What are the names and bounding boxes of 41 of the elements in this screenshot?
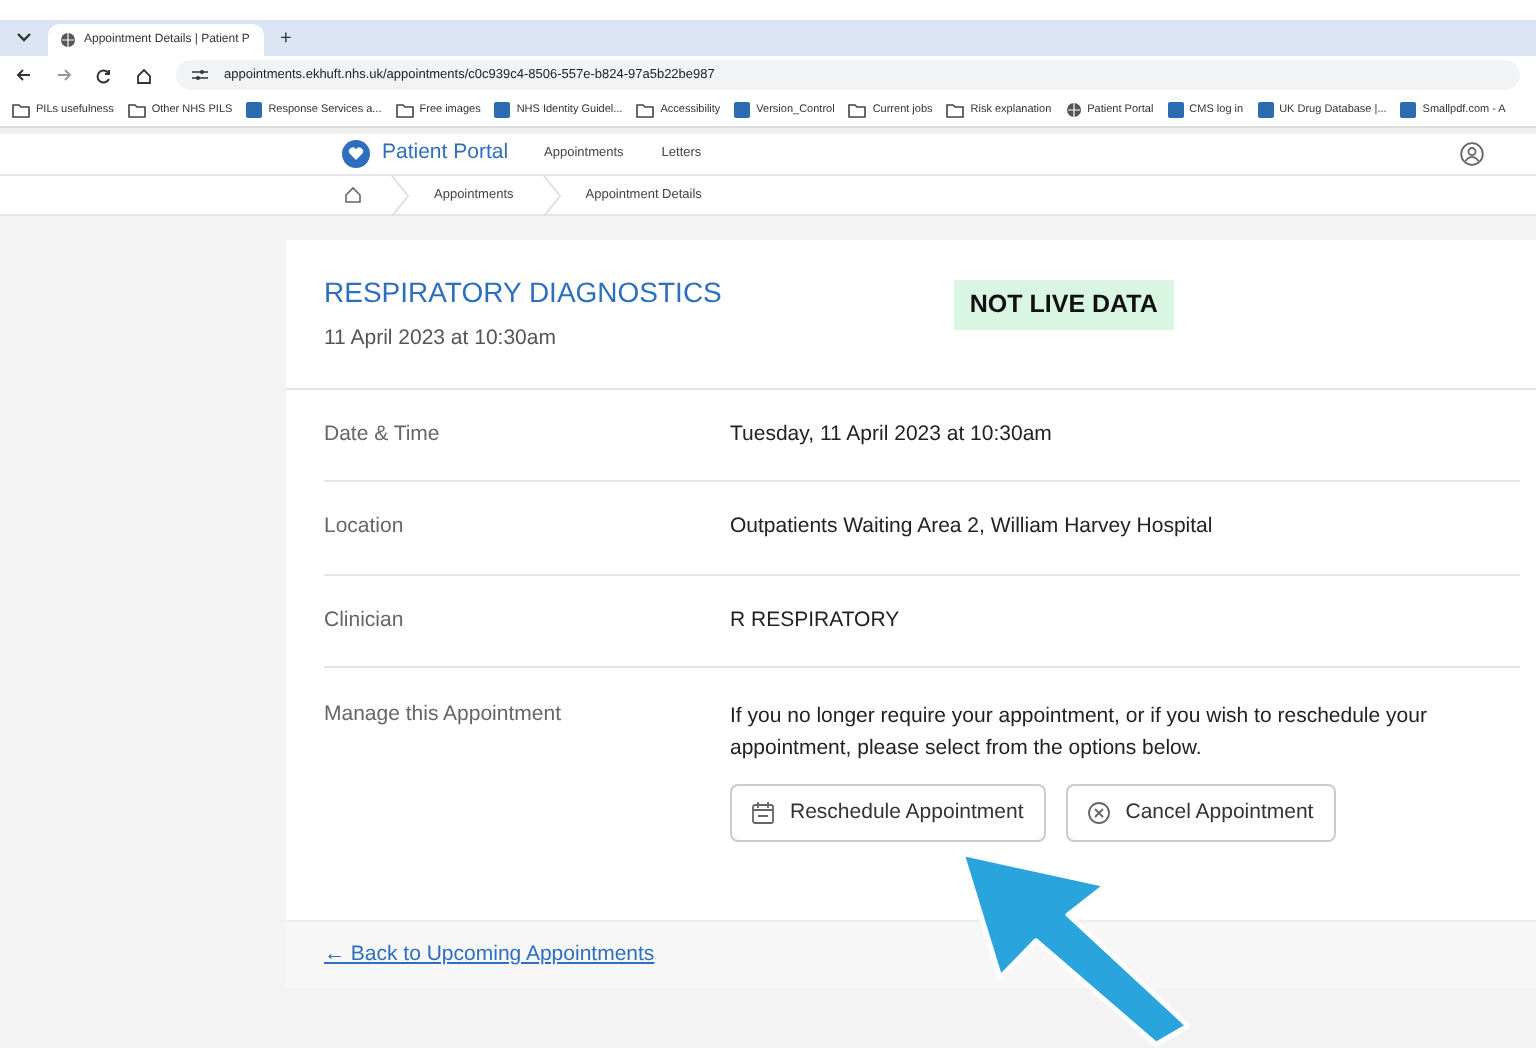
cancel-appointment-button[interactable]: Cancel Appointment (1065, 784, 1336, 843)
detail-label: Manage this Appointment (324, 700, 563, 731)
folder-icon (395, 103, 414, 117)
site-icon (246, 102, 263, 118)
detail-value: R RESPIRATORY (730, 605, 900, 636)
calendar-icon (752, 802, 774, 825)
manage-instructions: If you no longer require your appointment, or if you wish to reschedule your appointment, please select from the options below. (730, 702, 1429, 765)
back-arrow-icon[interactable] (16, 68, 32, 82)
home-icon[interactable] (344, 186, 362, 204)
reschedule-appointment-button[interactable]: Reschedule Appointment (730, 784, 1046, 843)
site-icon (1400, 102, 1417, 118)
new-tab-button[interactable]: + (280, 23, 292, 53)
reload-icon[interactable] (96, 67, 112, 83)
detail-label: Clinician (324, 605, 406, 636)
forward-arrow-icon[interactable] (56, 68, 72, 82)
site-icon (734, 102, 751, 118)
appointment-date: 11 April 2023 at 10:30am (324, 324, 558, 354)
user-account-icon[interactable] (1460, 142, 1484, 166)
not-live-data-badge: NOT LIVE DATA (953, 280, 1174, 330)
site-icon (494, 102, 511, 118)
folder-icon (12, 103, 30, 117)
site-icon (1167, 102, 1184, 118)
folder-icon (636, 103, 655, 117)
detail-value: Tuesday, 11 April 2023 at 10:30am (730, 419, 1052, 450)
folder-icon (127, 103, 146, 117)
site-settings-icon[interactable] (192, 68, 208, 82)
appointment-title: RESPIRATORY DIAGNOSTICS (324, 274, 722, 312)
cancel-circle-icon (1087, 802, 1110, 825)
globe-icon (1065, 102, 1082, 118)
globe-icon (60, 32, 76, 48)
back-link[interactable]: ← Back to Upcoming Appointments (324, 939, 655, 971)
folder-icon (848, 103, 867, 117)
site-icon (1257, 102, 1274, 118)
detail-value: Outpatients Waiting Area 2, William Harvey Hospital (730, 512, 1213, 543)
detail-label: Location (324, 512, 406, 543)
home-icon[interactable] (136, 67, 152, 83)
folder-icon (946, 103, 965, 117)
heart-logo-icon (342, 140, 370, 168)
detail-label: Date & Time (324, 419, 442, 450)
brand-link[interactable]: Patient Portal (382, 138, 509, 170)
chevron-down-icon[interactable] (16, 32, 32, 44)
